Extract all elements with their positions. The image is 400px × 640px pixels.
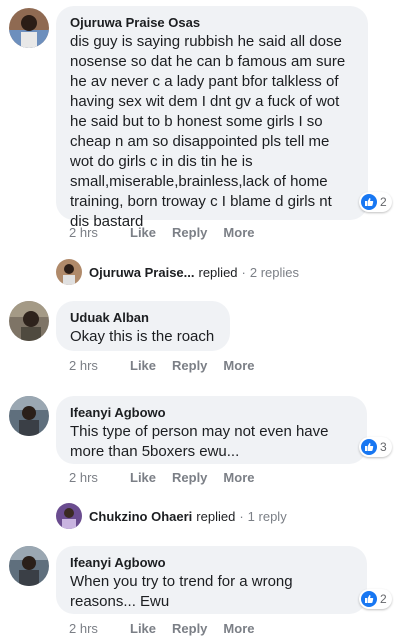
more-button[interactable]: More (223, 358, 254, 373)
comment-actions: 2 hrs Like Reply More (69, 470, 270, 485)
more-button[interactable]: More (223, 470, 254, 485)
comment-text: dis guy is saying rubbish he said all do… (70, 33, 350, 230)
comment-time: 2 hrs (69, 358, 98, 373)
reaction-count[interactable]: 2 (359, 192, 392, 212)
view-replies-link[interactable]: Chukzino Ohaeri replied · 1 reply (56, 503, 287, 529)
reply-verb: replied (196, 508, 236, 524)
comment-text: Okay this is the roach (70, 328, 215, 345)
comment-author[interactable]: Uduak Alban (70, 310, 216, 325)
avatar[interactable] (9, 8, 49, 48)
reply-button[interactable]: Reply (172, 225, 207, 240)
comment-author[interactable]: Ifeanyi Agbowo (70, 405, 353, 420)
reply-author: Chukzino Ohaeri (89, 508, 193, 524)
reaction-count[interactable]: 3 (359, 437, 392, 457)
comment-author[interactable]: Ojuruwa Praise Osas (70, 15, 354, 30)
comment-bubble: Ifeanyi Agbowo This type of person may n… (56, 396, 367, 464)
reply-verb: replied (198, 264, 238, 280)
comment-time: 2 hrs (69, 621, 98, 636)
comment-actions: 2 hrs Like Reply More (69, 358, 270, 373)
avatar[interactable] (9, 301, 49, 341)
reply-button[interactable]: Reply (172, 470, 207, 485)
comment-text: When you try to trend for a wrong reason… (70, 573, 297, 610)
separator-dot: · (239, 508, 244, 524)
like-thumb-icon (361, 591, 377, 607)
avatar[interactable] (9, 546, 49, 586)
reply-button[interactable]: Reply (172, 358, 207, 373)
like-button[interactable]: Like (130, 358, 156, 373)
separator-dot: · (241, 264, 246, 280)
comment-text: This type of person may not even have mo… (70, 423, 333, 460)
comment-time: 2 hrs (69, 225, 98, 240)
reply-author: Ojuruwa Praise... (89, 264, 195, 280)
reaction-number: 3 (380, 440, 387, 454)
more-button[interactable]: More (223, 621, 254, 636)
avatar[interactable] (9, 396, 49, 436)
like-button[interactable]: Like (130, 621, 156, 636)
like-thumb-icon (361, 194, 377, 210)
reply-button[interactable]: Reply (172, 621, 207, 636)
reply-count: 1 reply (247, 508, 287, 524)
comment-bubble: Uduak Alban Okay this is the roach (56, 301, 230, 351)
comment-bubble: Ifeanyi Agbowo When you try to trend for… (56, 546, 367, 614)
comment-bubble: Ojuruwa Praise Osas dis guy is saying ru… (56, 6, 368, 230)
comment-author[interactable]: Ifeanyi Agbowo (70, 555, 353, 570)
reaction-number: 2 (380, 592, 387, 606)
comment-actions: 2 hrs Like Reply More (69, 225, 270, 240)
more-button[interactable]: More (223, 225, 254, 240)
comment-time: 2 hrs (69, 470, 98, 485)
reply-avatar (56, 503, 82, 529)
view-replies-link[interactable]: Ojuruwa Praise... replied · 2 replies (56, 259, 299, 285)
comment-actions: 2 hrs Like Reply More (69, 621, 270, 636)
like-button[interactable]: Like (130, 225, 156, 240)
reply-avatar (56, 259, 82, 285)
reaction-count[interactable]: 2 (359, 589, 392, 609)
reaction-number: 2 (380, 195, 387, 209)
like-thumb-icon (361, 439, 377, 455)
reply-count: 2 replies (249, 264, 300, 280)
like-button[interactable]: Like (130, 470, 156, 485)
